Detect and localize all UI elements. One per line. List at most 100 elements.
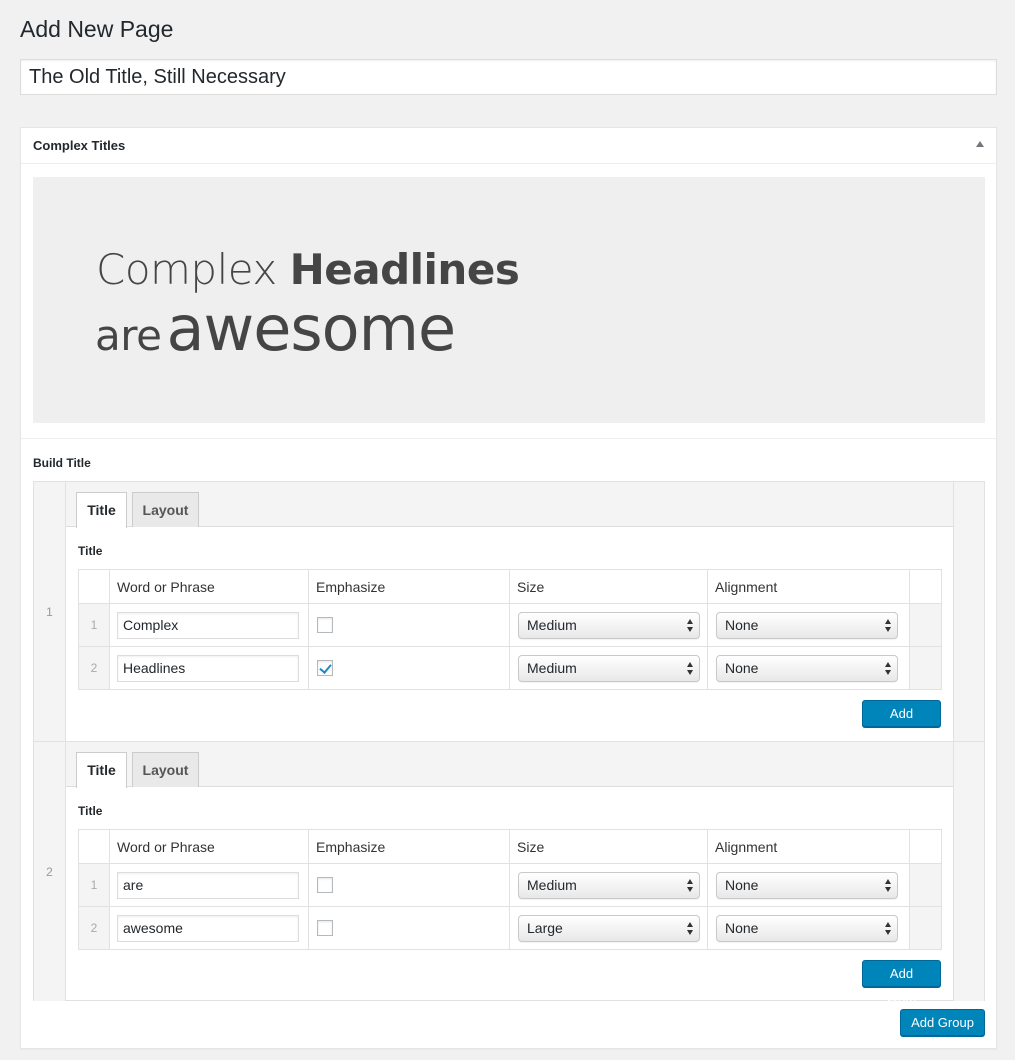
row-order-handle[interactable]: 1 [78, 603, 110, 647]
column-header-emphasize: Emphasize [308, 829, 510, 864]
emphasize-cell [308, 906, 510, 950]
row-actions[interactable] [909, 863, 942, 907]
add-group-button[interactable]: Add Group [900, 1009, 985, 1036]
column-header-emphasize: Emphasize [308, 569, 510, 604]
size-cell: Large [509, 906, 708, 950]
word-cell [109, 603, 309, 647]
title-field-label: Title [78, 544, 103, 558]
select-arrows-icon [687, 618, 693, 633]
title-group: 1 Title Layout Title Word or Phrase Emph… [34, 482, 984, 746]
preview-line-2: are awesome [95, 292, 457, 365]
section-divider [21, 438, 996, 439]
alignment-select[interactable]: None [716, 914, 898, 942]
size-select-value: Medium [527, 616, 577, 633]
table-row: 1 Medium None [78, 603, 942, 647]
tab-layout[interactable]: Layout [132, 752, 199, 787]
group-order-handle[interactable]: 1 [34, 482, 66, 741]
size-select[interactable]: Medium [518, 611, 700, 639]
column-header-alignment: Alignment [707, 829, 910, 864]
metabox-title: Complex Titles [33, 138, 126, 153]
group-number: 1 [46, 605, 53, 619]
alignment-select-value: None [725, 659, 759, 676]
preview-word-awesome: awesome [166, 292, 457, 365]
build-title-label: Build Title [33, 456, 91, 470]
post-title-input[interactable] [20, 59, 997, 95]
row-actions[interactable] [909, 646, 942, 690]
size-cell: Medium [509, 646, 708, 690]
tab-title[interactable]: Title [76, 492, 127, 528]
word-input[interactable] [117, 654, 299, 682]
metabox-header[interactable]: Complex Titles [21, 128, 996, 164]
preview-word-are: are [95, 311, 162, 360]
add-word-button[interactable]: Add Word [862, 960, 941, 1006]
order-column-header [78, 829, 110, 864]
add-word-button[interactable]: Add Word [862, 700, 941, 746]
emphasize-checkbox[interactable] [317, 659, 333, 676]
select-arrows-icon [687, 878, 693, 893]
emphasize-cell [308, 603, 510, 647]
select-arrows-icon [687, 661, 693, 676]
size-select[interactable]: Large [518, 914, 700, 942]
emphasize-checkbox[interactable] [317, 876, 333, 893]
table-header-row: Word or Phrase Emphasize Size Alignment [78, 829, 942, 864]
actions-column-header [909, 569, 942, 604]
table-header-row: Word or Phrase Emphasize Size Alignment [78, 569, 942, 604]
alignment-select[interactable]: None [716, 654, 898, 682]
table-row: 2 Medium None [78, 646, 942, 690]
alignment-select[interactable]: None [716, 611, 898, 639]
select-arrows-icon [885, 661, 891, 676]
words-table: Word or Phrase Emphasize Size Alignment … [78, 569, 942, 690]
column-header-size: Size [509, 569, 708, 604]
column-header-alignment: Alignment [707, 569, 910, 604]
tab-title[interactable]: Title [76, 752, 127, 788]
alignment-select[interactable]: None [716, 871, 898, 899]
size-select[interactable]: Medium [518, 871, 700, 899]
complex-titles-metabox: Complex Titles Complex Headlines are awe… [20, 127, 997, 1049]
row-actions[interactable] [909, 906, 942, 950]
column-header-word: Word or Phrase [109, 829, 309, 864]
preview-word-complex: Complex [96, 245, 277, 294]
select-arrows-icon [885, 878, 891, 893]
size-select-value: Medium [527, 876, 577, 893]
group-actions[interactable] [953, 482, 984, 741]
actions-column-header [909, 829, 942, 864]
group-actions[interactable] [953, 742, 984, 1001]
size-select[interactable]: Medium [518, 654, 700, 682]
size-select-value: Large [527, 919, 563, 936]
row-order-handle[interactable]: 1 [78, 863, 110, 907]
select-arrows-icon [885, 921, 891, 936]
tab-bar: Title Layout [66, 742, 953, 788]
word-input[interactable] [117, 611, 299, 639]
row-actions[interactable] [909, 603, 942, 647]
words-table: Word or Phrase Emphasize Size Alignment … [78, 829, 942, 950]
alignment-cell: None [707, 603, 910, 647]
page-title: Add New Page [20, 16, 174, 42]
select-arrows-icon [687, 921, 693, 936]
emphasize-checkbox[interactable] [317, 616, 333, 633]
word-input[interactable] [117, 871, 299, 899]
word-cell [109, 646, 309, 690]
row-order-handle[interactable]: 2 [78, 906, 110, 950]
alignment-cell: None [707, 646, 910, 690]
group-number: 2 [46, 865, 53, 879]
title-preview: Complex Headlines are awesome [33, 177, 985, 423]
word-cell [109, 863, 309, 907]
size-cell: Medium [509, 863, 708, 907]
triangle-up-icon[interactable] [976, 141, 984, 147]
table-row: 2 Large None [78, 906, 942, 950]
alignment-cell: None [707, 863, 910, 907]
emphasize-checkbox[interactable] [317, 919, 333, 936]
tab-layout[interactable]: Layout [132, 492, 199, 527]
title-field-label: Title [78, 804, 103, 818]
group-body: Title Layout Title Word or Phrase Emphas… [66, 742, 953, 1006]
tab-bar: Title Layout [66, 482, 953, 528]
order-column-header [78, 569, 110, 604]
alignment-cell: None [707, 906, 910, 950]
word-input[interactable] [117, 914, 299, 942]
size-cell: Medium [509, 603, 708, 647]
row-order-handle[interactable]: 2 [78, 646, 110, 690]
title-group: 2 Title Layout Title Word or Phrase Emph… [34, 741, 984, 1006]
group-order-handle[interactable]: 2 [34, 742, 66, 1001]
table-row: 1 Medium None [78, 863, 942, 907]
alignment-select-value: None [725, 876, 759, 893]
